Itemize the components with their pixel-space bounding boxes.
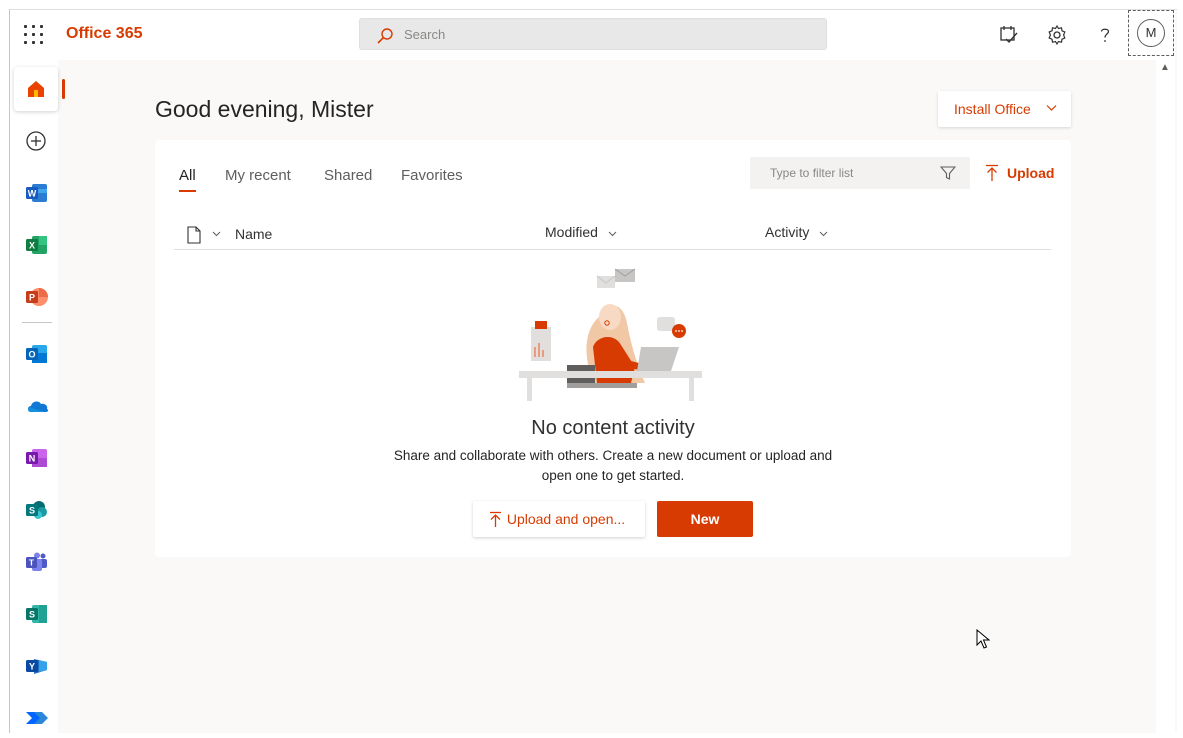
svg-text:W: W — [28, 189, 37, 199]
svg-text:P: P — [29, 293, 35, 303]
chevron-down-icon — [819, 231, 828, 237]
rail-sway[interactable]: S — [14, 592, 58, 636]
rail-powerpoint[interactable]: P — [14, 275, 58, 319]
scroll-up-arrow-icon[interactable]: ▲ — [1160, 62, 1170, 73]
excel-icon: X — [26, 236, 47, 254]
upload-and-open-button[interactable]: Upload and open... — [473, 501, 645, 537]
tab-my-recent[interactable]: My recent — [225, 167, 291, 184]
column-header-activity[interactable]: Activity — [765, 224, 828, 240]
empty-state-title: No content activity — [531, 417, 695, 439]
svg-text:T: T — [29, 558, 35, 568]
rail-yammer[interactable]: Y — [14, 644, 58, 688]
chevron-down-icon — [608, 231, 617, 237]
table-header-divider — [174, 249, 1051, 250]
svg-text:N: N — [29, 454, 36, 464]
tab-all[interactable]: All — [179, 167, 196, 192]
yammer-icon: Y — [26, 659, 47, 674]
my-day-icon[interactable] — [997, 23, 1021, 47]
rail-onenote[interactable]: N — [14, 436, 58, 480]
svg-text:X: X — [29, 241, 35, 251]
sharepoint-icon: S — [26, 501, 47, 519]
rail-excel[interactable]: X — [14, 223, 58, 267]
upload-arrow-icon — [986, 164, 998, 181]
tab-favorites[interactable]: Favorites — [401, 167, 463, 184]
tab-shared[interactable]: Shared — [324, 167, 372, 184]
home-icon — [28, 81, 44, 97]
upload-arrow-icon — [490, 511, 501, 527]
documents-card: All My recent Shared Favorites Type to f… — [155, 140, 1071, 557]
rail-divider — [22, 322, 52, 323]
outlook-icon: O — [26, 345, 47, 363]
column-activity-label: Activity — [765, 224, 810, 240]
mouse-pointer-icon — [976, 629, 990, 649]
avatar: M — [1137, 19, 1165, 47]
upload-and-open-label: Upload and open... — [506, 511, 626, 527]
svg-text:Y: Y — [29, 662, 35, 672]
vertical-scrollbar[interactable]: ▲ — [1156, 60, 1175, 733]
rail-home[interactable] — [14, 67, 65, 111]
office-brand-link[interactable]: Office 365 — [66, 25, 142, 43]
install-office-button[interactable]: Install Office — [938, 91, 1071, 127]
column-modified-label: Modified — [545, 224, 598, 240]
teams-icon: T — [26, 552, 47, 571]
help-icon[interactable] — [1093, 23, 1117, 47]
new-document-button[interactable]: New — [657, 501, 753, 537]
column-header-modified[interactable]: Modified — [545, 224, 617, 240]
file-type-icon[interactable] — [187, 226, 201, 244]
search-icon — [377, 28, 393, 44]
onenote-icon: N — [26, 449, 47, 467]
word-icon: W — [26, 184, 47, 202]
column-header-name[interactable]: Name — [235, 226, 272, 242]
top-bar: Office 365 Search M — [10, 10, 1175, 60]
filter-placeholder: Type to filter list — [770, 166, 854, 180]
account-manager-button[interactable]: M — [1128, 10, 1174, 56]
search-placeholder: Search — [404, 27, 446, 42]
search-input[interactable]: Search — [359, 18, 827, 50]
upload-button[interactable]: Upload — [985, 164, 1054, 181]
rail-outlook[interactable]: O — [14, 332, 58, 376]
svg-text:O: O — [28, 350, 35, 360]
page-greeting: Good evening, Mister — [155, 96, 374, 122]
app-rail: W X P O N S T S Y — [10, 60, 65, 733]
rail-power-automate[interactable] — [14, 696, 58, 733]
settings-gear-icon[interactable] — [1045, 23, 1069, 47]
onedrive-cloud-icon — [27, 401, 49, 412]
rail-onedrive[interactable] — [14, 384, 58, 428]
filter-funnel-icon[interactable] — [940, 165, 956, 181]
create-plus-icon — [26, 131, 46, 151]
app-launcher-icon[interactable] — [24, 25, 44, 45]
rail-sharepoint[interactable]: S — [14, 488, 58, 532]
powerpoint-icon: P — [26, 288, 48, 306]
office-home-window: Office 365 Search M W X P O N S T S Y ▲ … — [9, 9, 1177, 733]
filter-input[interactable]: Type to filter list — [750, 157, 970, 189]
empty-state-illustration — [519, 268, 702, 401]
svg-text:S: S — [29, 610, 35, 620]
rail-teams[interactable]: T — [14, 540, 58, 584]
rail-create[interactable] — [14, 119, 58, 163]
rail-word[interactable]: W — [14, 171, 58, 215]
install-office-label: Install Office — [954, 101, 1031, 117]
power-automate-icon — [26, 712, 48, 724]
svg-text:S: S — [29, 506, 35, 516]
chevron-down-icon — [1046, 105, 1057, 111]
file-type-sort-chevron-icon[interactable] — [212, 231, 221, 237]
sway-icon: S — [26, 605, 47, 623]
empty-state-description: Share and collaborate with others. Creat… — [393, 448, 833, 483]
